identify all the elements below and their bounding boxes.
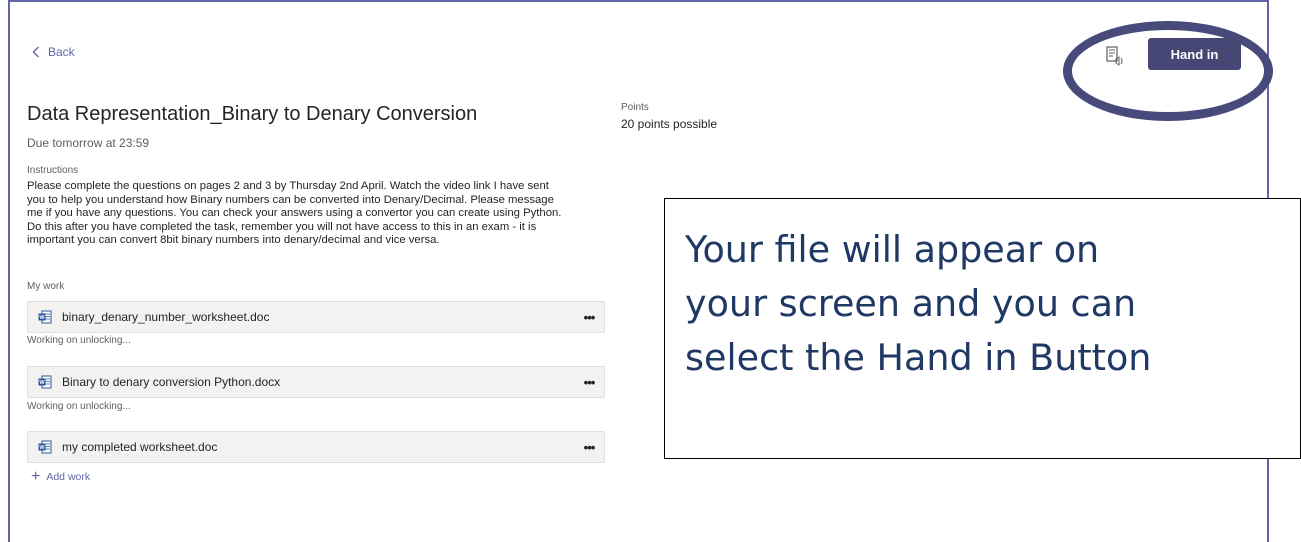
svg-text:W: W <box>39 315 45 321</box>
file-card-completed-worksheet[interactable]: W my completed worksheet.doc ••• <box>27 431 605 463</box>
chevron-left-icon <box>32 46 39 58</box>
callout-line: Your file will appear on <box>685 228 1100 271</box>
file-card-python-doc[interactable]: W Binary to denary conversion Python.doc… <box>27 366 605 398</box>
file-status: Working on unlocking... <box>27 401 131 412</box>
file-card-worksheet[interactable]: W binary_denary_number_worksheet.doc ••• <box>27 301 605 333</box>
back-link[interactable]: Back <box>32 45 75 59</box>
file-name: binary_denary_number_worksheet.doc <box>62 310 270 324</box>
window-frame-top <box>8 0 1269 2</box>
instructions-line: me if you have any questions. You can ch… <box>27 207 562 220</box>
instructions-line: important you can convert 8bit binary nu… <box>27 234 440 247</box>
points-value: 20 points possible <box>621 117 718 131</box>
word-doc-icon: W <box>38 375 52 389</box>
my-work-label: My work <box>27 281 65 292</box>
instructions-line: you to help you understand how Binary nu… <box>27 193 554 206</box>
instructions-label: Instructions <box>27 165 79 176</box>
callout-line: your screen and you can <box>685 282 1137 325</box>
points-label: Points <box>621 102 649 113</box>
instructions-line: Do this after you have completed the tas… <box>27 220 537 233</box>
window-frame-left <box>8 0 10 542</box>
file-status: Working on unlocking... <box>27 335 131 346</box>
immersive-reader-icon <box>1106 46 1123 66</box>
callout-line: select the Hand in Button <box>685 336 1152 379</box>
back-label: Back <box>48 45 75 59</box>
assignment-title: Data Representation_Binary to Denary Con… <box>27 103 478 125</box>
more-options-button[interactable]: ••• <box>574 375 604 390</box>
instruction-callout-box: Your file will appear on your screen and… <box>664 198 1301 459</box>
more-options-button[interactable]: ••• <box>574 310 604 325</box>
hand-in-highlight-oval <box>1063 21 1273 121</box>
hand-in-button[interactable]: Hand in <box>1148 38 1241 70</box>
due-date: Due tomorrow at 23:59 <box>27 136 150 150</box>
instructions-line: Please complete the questions on pages 2… <box>27 180 549 192</box>
add-work-button[interactable]: + Add work <box>31 468 91 485</box>
word-doc-icon: W <box>38 310 52 324</box>
svg-text:W: W <box>39 380 45 386</box>
callout-text: Your file will appear on your screen and… <box>685 223 1300 385</box>
more-options-button[interactable]: ••• <box>574 440 604 455</box>
svg-text:W: W <box>39 445 45 451</box>
word-doc-icon: W <box>38 440 52 454</box>
instructions-text: Please complete the questions on pages 2… <box>27 180 607 248</box>
immersive-reader-button[interactable] <box>1104 45 1126 67</box>
file-name: my completed worksheet.doc <box>62 440 218 454</box>
file-name: Binary to denary conversion Python.docx <box>62 375 281 389</box>
add-work-label: Add work <box>46 471 91 483</box>
plus-icon: + <box>31 468 41 485</box>
